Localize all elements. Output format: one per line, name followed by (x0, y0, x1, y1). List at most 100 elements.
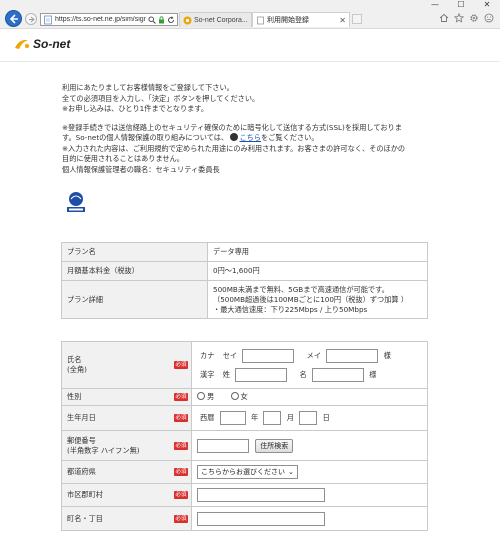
intro-text: 利用にあたりましてお客様情報をご登録して下さい。 全ての必須項目を入力し、「決定… (62, 83, 462, 175)
registration-form: 氏名 (全角) 必須 カナ セイ メイ 様 漢字 姓 名 様 性別 必須 男 女… (61, 341, 428, 531)
intro-line: 利用にあたりましてお客様情報をご登録して下さい。 (62, 83, 234, 92)
purpose-line: 目的に使用されることはありません。 (62, 154, 184, 163)
era-label: 西暦 (200, 413, 215, 422)
required-badge: 必須 (174, 468, 188, 476)
postal-code-label: 郵便番号 (半角数字 ハイフン無) 必須 (61, 430, 192, 461)
browser-chrome: — ☐ ✕ https://ts.so-net.ne.jp/sim/signup… (0, 0, 500, 29)
plan-detail-line: ・最大通信速度：下り225Mbps / 上り50Mbps (213, 304, 368, 314)
maximize-button[interactable]: ☐ (448, 0, 474, 10)
plan-name-label: プラン名 (61, 242, 208, 262)
city-label: 市区郡町村 必須 (61, 483, 192, 507)
address-url[interactable]: https://ts.so-net.ne.jp/sim/signup/sim (55, 16, 146, 23)
tab-so-net-corporation[interactable]: So-net Corpora... (179, 12, 252, 27)
female-radio[interactable] (230, 392, 239, 400)
new-tab-button[interactable] (352, 14, 362, 24)
prefecture-select[interactable]: こちらからお選びください ⌄ (197, 465, 298, 479)
minimize-button[interactable]: — (422, 0, 448, 10)
town-label: 町名・丁目 必須 (61, 506, 192, 531)
close-window-button[interactable]: ✕ (474, 0, 500, 10)
city-label-text: 市区郡町村 (67, 490, 103, 499)
window-controls: — ☐ ✕ (422, 0, 500, 10)
first-name-kana-input[interactable] (326, 348, 379, 363)
mei-kana-label: メイ (306, 350, 322, 360)
chevron-down-icon: ⌄ (288, 468, 294, 476)
tab-signup[interactable]: 利用開始登録 ✕ (252, 12, 350, 27)
close-tab-icon[interactable]: ✕ (339, 16, 346, 25)
browser-toolbar-icons (434, 13, 494, 23)
first-name-kanji-input[interactable] (311, 367, 364, 382)
search-icon[interactable] (148, 15, 156, 24)
name-label: 氏名 (全角) 必須 (61, 341, 192, 389)
town-field (191, 506, 428, 531)
town-input[interactable] (197, 511, 325, 526)
refresh-icon[interactable] (167, 15, 175, 24)
gender-label-text: 性別 (67, 392, 82, 401)
male-radio[interactable] (197, 392, 205, 400)
required-badge: 必須 (174, 441, 188, 450)
birth-month-input[interactable] (263, 411, 282, 425)
city-input[interactable] (197, 488, 325, 502)
monthly-fee-value: 0円～1,600円 (207, 261, 428, 281)
settings-gear-icon[interactable] (469, 13, 479, 23)
female-label[interactable]: 女 (241, 392, 248, 401)
favorites-star-icon[interactable] (454, 13, 464, 23)
gender-label: 性別 必須 (61, 388, 192, 406)
month-label: 月 (286, 413, 294, 422)
birth-year-input[interactable] (219, 411, 246, 425)
lock-icon[interactable] (158, 15, 165, 24)
name-label-text: 氏名 (67, 355, 82, 364)
prefecture-label: 都道府県 必須 (61, 460, 192, 484)
postal-code-input[interactable] (197, 438, 249, 453)
birthday-label-text: 生年月日 (67, 413, 96, 422)
prefecture-label-text: 都道府県 (67, 467, 96, 476)
privacy-link[interactable]: こちら (239, 133, 261, 142)
ssl-notice-text: す。So-netの個人情報保護の取り組みについては、 (62, 133, 229, 142)
address-search-button[interactable]: 住所検索 (255, 438, 294, 453)
gender-options: 男 女 (191, 388, 428, 406)
male-label[interactable]: 男 (207, 392, 214, 401)
page-favicon-icon (257, 16, 264, 24)
mei-kanji-label: 名 (299, 369, 307, 379)
town-label-text: 町名・丁目 (67, 513, 103, 523)
birth-day-input[interactable] (299, 411, 318, 425)
forward-button[interactable] (25, 13, 37, 25)
birthday-fields: 西暦 年 月 日 (191, 405, 428, 431)
required-badge: 必須 (174, 491, 188, 499)
privacy-mark-seal-icon[interactable] (64, 190, 88, 214)
address-bar[interactable]: https://ts.so-net.ne.jp/sim/signup/sim (40, 13, 178, 26)
tab-label: 利用開始登録 (267, 17, 309, 24)
honorific-label: 様 (383, 350, 391, 360)
arrow-left-icon (9, 14, 18, 24)
kana-label: カナ (200, 350, 215, 360)
honorific-label: 様 (369, 369, 377, 379)
monthly-fee-label: 月額基本料金（税抜） (61, 261, 208, 281)
last-name-kanji-input[interactable] (235, 367, 288, 382)
birthday-label: 生年月日 必須 (61, 405, 192, 431)
required-badge: 必須 (174, 514, 188, 523)
plan-table: プラン名 データ専用 月額基本料金（税抜） 0円～1,600円 プラン詳細 50… (61, 242, 428, 319)
sei-kanji-label: 姓 (222, 369, 230, 379)
page-icon (44, 15, 52, 24)
kanji-label: 漢字 (200, 369, 215, 379)
prefecture-field: こちらからお選びください ⌄ (191, 460, 428, 484)
postal-code-fields: 住所検索 (191, 430, 428, 461)
last-name-kana-input[interactable] (242, 348, 295, 363)
year-label: 年 (250, 413, 259, 422)
name-label-note: (全角) (67, 365, 87, 374)
smiley-feedback-icon[interactable] (484, 13, 494, 23)
intro-line: 全ての必須項目を入力し、「決定」ボタンを押してください。 (62, 93, 260, 103)
plan-detail-value: 500MB未満まで無料、5GBまで高速通信が可能です。 （500MB超過後は10… (207, 280, 428, 319)
site-header: So-net (0, 29, 500, 62)
home-icon[interactable] (439, 13, 449, 23)
back-button[interactable] (5, 10, 22, 27)
required-badge: 必須 (174, 414, 188, 422)
plan-detail-label: プラン詳細 (61, 280, 208, 319)
sei-kana-label: セイ (222, 350, 238, 360)
ssl-notice-line: す。So-netの個人情報保護の取り組みについては、 こちらをご覧ください。 (62, 133, 462, 144)
so-net-logo[interactable]: So-net (14, 37, 70, 51)
so-net-favicon-icon (183, 16, 192, 24)
prefecture-selected-value: こちらからお選びください (201, 468, 285, 476)
link-bullet-icon (230, 133, 239, 141)
plan-detail-line: 500MB未満まで無料、5GBまで高速通信が可能です。 (213, 284, 389, 294)
intro-line: ※お申し込みは、ひとり1件までとなります。 (62, 104, 209, 113)
